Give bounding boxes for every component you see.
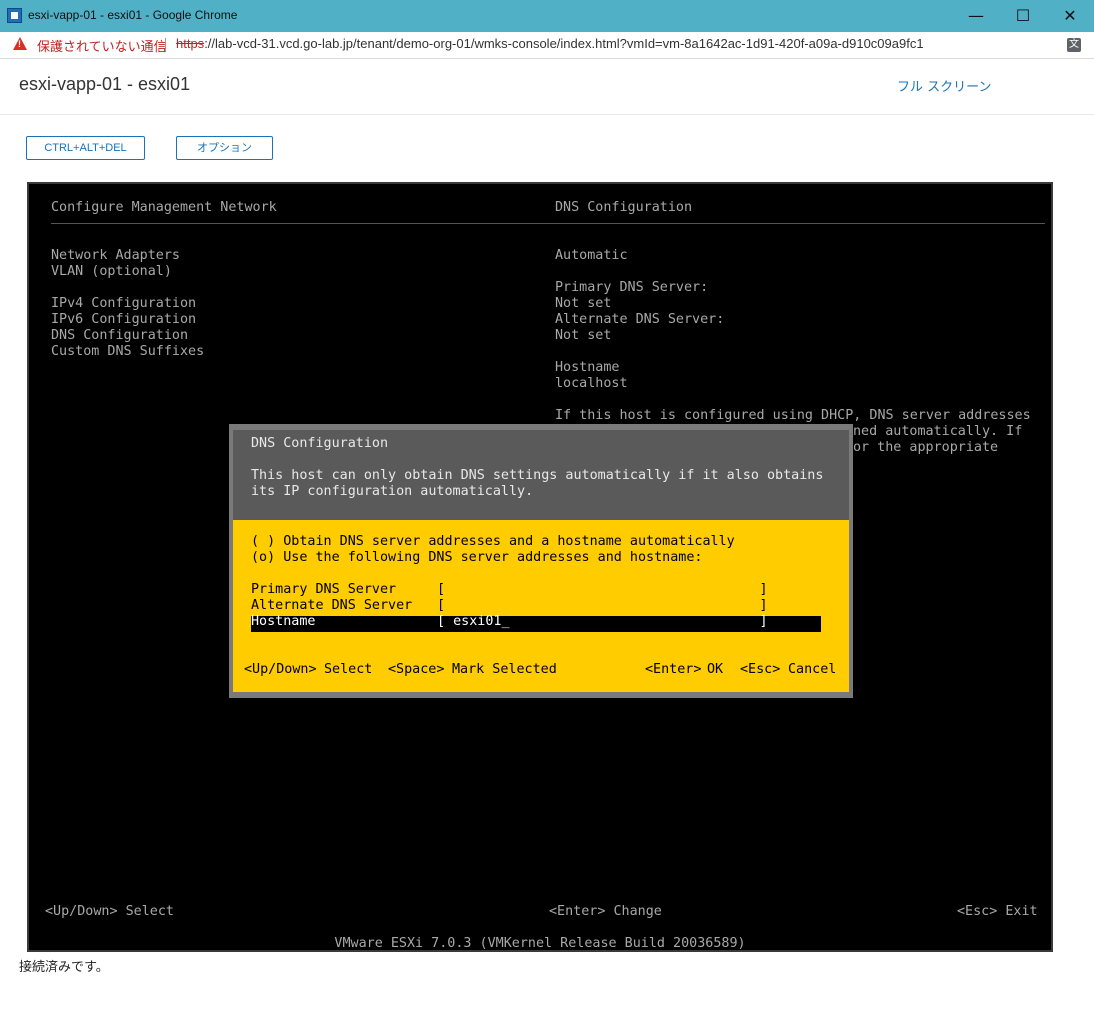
hostname-field-label: Hostname (251, 614, 316, 629)
dialog-body: ( ) Obtain DNS server addresses and a ho… (233, 520, 849, 692)
footer-exit-hint: <Esc> Exit (957, 904, 1038, 919)
page-header: esxi-vapp-01 - esxi01 フル スクリーン (0, 59, 1094, 115)
alternate-dns-value: Not set (555, 328, 612, 343)
hostname-label: Hostname (555, 360, 620, 375)
dhcp-note-line1: If this host is configured using DHCP, D… (555, 408, 1031, 423)
menu-item-dns-suffixes: Custom DNS Suffixes (51, 344, 205, 359)
primary-dns-field-label: Primary DNS Server (251, 582, 397, 597)
connection-status: 接続済みです。 (19, 960, 109, 975)
window-title-bar: esxi-vapp-01 - esxi01 - Google Chrome — … (0, 0, 1094, 32)
primary-dns-label: Primary DNS Server: (555, 280, 709, 295)
key-updown: <Up/Down> (244, 662, 317, 677)
dialog-header: DNS Configuration This host can only obt… (233, 430, 849, 520)
vm-console[interactable]: Configure Management Network DNS Configu… (27, 182, 1053, 952)
address-bar[interactable]: 保護されていない通信 https://lab-vcd-31.vcd.go-lab… (0, 32, 1094, 59)
url-path: ://lab-vcd-31.vcd.go-lab.jp/tenant/demo-… (204, 36, 924, 51)
key-space: <Space> (388, 662, 445, 677)
dhcp-note-line2: ned automatically. If (853, 424, 1023, 439)
divider (165, 38, 166, 52)
footer-select-hint: <Up/Down> Select (45, 904, 174, 919)
url-text[interactable]: https://lab-vcd-31.vcd.go-lab.jp/tenant/… (176, 36, 924, 51)
menu-item-network-adapters: Network Adapters (51, 248, 180, 263)
window-title: esxi-vapp-01 - esxi01 - Google Chrome (28, 8, 238, 22)
key-enter[interactable]: <Enter> (645, 662, 701, 678)
maximize-button[interactable]: ☐ (1000, 0, 1046, 32)
dialog-desc-line1: This host can only obtain DNS settings a… (251, 468, 824, 483)
close-button[interactable]: ✕ (1047, 0, 1093, 32)
hostname-input[interactable]: [ esxi01_ ] (437, 614, 768, 630)
console-left-header: Configure Management Network (51, 200, 277, 215)
menu-item-dns: DNS Configuration (51, 328, 189, 343)
footer-change-hint: <Enter> Change (549, 904, 662, 919)
menu-item-vlan: VLAN (optional) (51, 264, 172, 279)
options-button[interactable]: オプション (176, 136, 273, 160)
dialog-desc-line2: its IP configuration automatically. (251, 484, 534, 499)
warning-icon[interactable] (13, 37, 27, 50)
alternate-dns-field-label: Alternate DNS Server (251, 598, 413, 613)
dialog-title: DNS Configuration (251, 436, 389, 451)
app-icon (7, 8, 22, 23)
key-updown-action: Select (324, 662, 373, 677)
translate-icon[interactable]: 文 (1067, 38, 1081, 52)
page-title: esxi-vapp-01 - esxi01 (19, 74, 191, 94)
radio-use-following[interactable]: (o) Use the following DNS server address… (251, 550, 702, 566)
menu-item-ipv6: IPv6 Configuration (51, 312, 197, 327)
dns-mode: Automatic (555, 248, 628, 263)
security-status[interactable]: 保護されていない通信 (37, 36, 167, 55)
key-esc[interactable]: <Esc> (740, 662, 780, 678)
dns-configuration-dialog: DNS Configuration This host can only obt… (229, 424, 853, 698)
console-right-header: DNS Configuration (555, 200, 693, 215)
alternate-dns-input[interactable]: [ ] (437, 598, 768, 614)
minimize-button[interactable]: — (953, 0, 999, 32)
url-scheme: https (176, 36, 205, 51)
header-divider (51, 223, 1045, 224)
esxi-version: VMware ESXi 7.0.3 (VMKernel Release Buil… (334, 936, 746, 951)
primary-dns-input[interactable]: [ ] (437, 582, 768, 598)
alternate-dns-label: Alternate DNS Server: (555, 312, 725, 327)
primary-dns-value: Not set (555, 296, 612, 311)
key-enter-action[interactable]: OK (707, 662, 723, 678)
hostname-value: localhost (555, 376, 628, 391)
fullscreen-link[interactable]: フル スクリーン (897, 76, 991, 95)
menu-item-ipv4: IPv4 Configuration (51, 296, 197, 311)
key-space-action: Mark Selected (452, 662, 557, 677)
key-esc-action[interactable]: Cancel (788, 662, 836, 678)
radio-obtain-automatically[interactable]: ( ) Obtain DNS server addresses and a ho… (251, 534, 735, 550)
dhcp-note-line3: or the appropriate (853, 440, 999, 455)
ctrl-alt-del-button[interactable]: CTRL+ALT+DEL (26, 136, 145, 160)
